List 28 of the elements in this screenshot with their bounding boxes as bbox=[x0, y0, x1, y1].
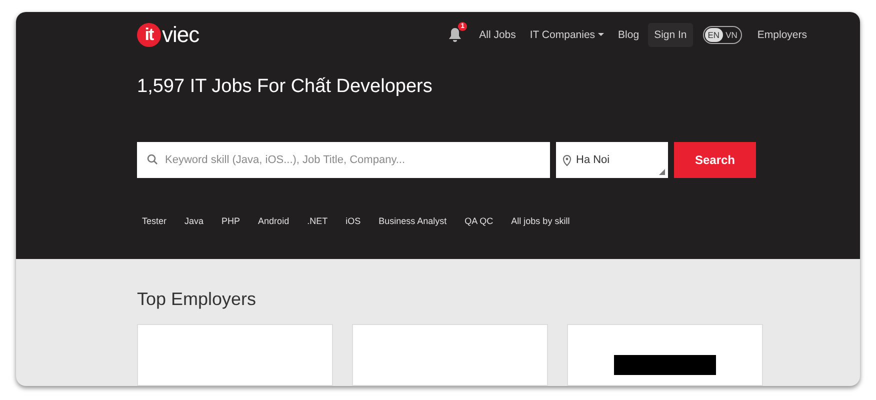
bell-icon[interactable] bbox=[448, 27, 462, 43]
section-title: Top Employers bbox=[137, 289, 258, 310]
resize-icon bbox=[659, 169, 665, 175]
skill-link[interactable]: PHP bbox=[222, 216, 240, 226]
language-option[interactable]: VN bbox=[722, 28, 740, 42]
page-headline: 1,597 IT Jobs For Chất Developers bbox=[137, 76, 434, 99]
map-pin-icon bbox=[563, 154, 571, 166]
location-select[interactable]: Ha Noi bbox=[556, 142, 668, 178]
search-icon bbox=[147, 154, 158, 165]
skill-link[interactable]: Java bbox=[184, 216, 204, 226]
caret-icon bbox=[598, 33, 604, 37]
nav-link[interactable]: All Jobs bbox=[474, 23, 521, 47]
skill-link[interactable]: Business Analyst bbox=[378, 216, 447, 226]
skill-link[interactable]: iOS bbox=[346, 216, 361, 226]
search-button[interactable]: Search bbox=[674, 142, 756, 178]
logo[interactable]: it viec bbox=[137, 22, 200, 48]
skill-link[interactable]: Tester bbox=[142, 216, 167, 226]
keyword-field[interactable]: Keyword skill (Java, iOS...), Job Title, Company... bbox=[137, 142, 550, 178]
nav-link[interactable]: IT Companies bbox=[524, 23, 610, 47]
language-option[interactable]: EN bbox=[704, 28, 723, 42]
skill-link[interactable]: .NET bbox=[307, 216, 328, 226]
employer-card[interactable] bbox=[567, 324, 763, 386]
skill-link[interactable]: QA QC bbox=[464, 216, 494, 226]
nav-link[interactable]: Blog bbox=[613, 23, 644, 47]
language-toggle[interactable]: EN VN bbox=[702, 26, 742, 44]
skill-link[interactable]: Android bbox=[258, 216, 290, 226]
skill-link[interactable]: All jobs by skill bbox=[511, 216, 570, 226]
nav-link[interactable]: Employers bbox=[752, 23, 812, 47]
